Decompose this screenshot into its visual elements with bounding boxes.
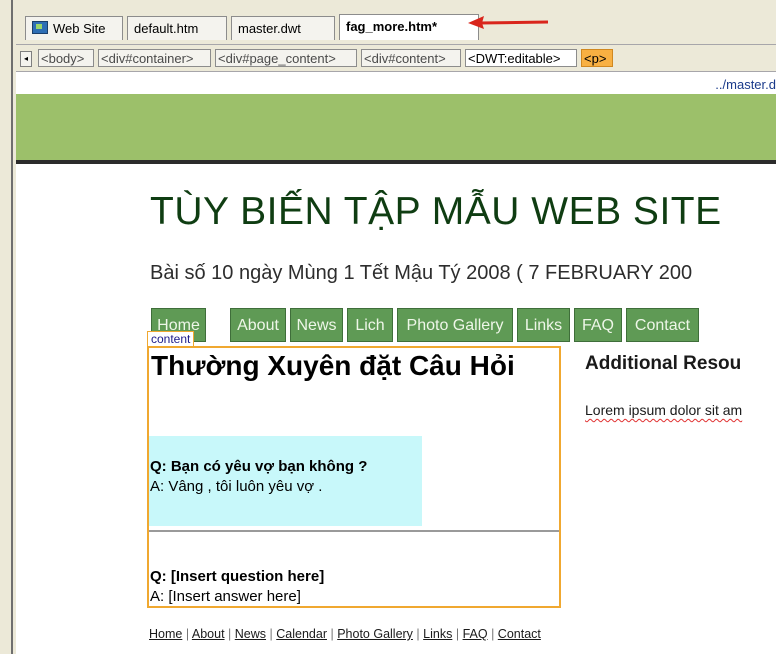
annotation-arrow-icon [468,16,549,29]
tab-default-htm[interactable]: default.htm [127,16,227,40]
tag-p-selected[interactable]: <p> [581,49,613,67]
footer-links: Home | About | News | Calendar | Photo G… [149,627,541,641]
nav-faq[interactable]: FAQ [574,308,622,342]
page-subtitle: Bài số 10 ngày Mùng 1 Tết Mậu Tý 2008 ( … [150,262,693,284]
panel-divider[interactable] [11,0,13,654]
header-banner [16,94,776,164]
faq-heading-text: Thường Xuyên đặt Câu Hỏi [151,350,515,381]
nav-lich[interactable]: Lich [347,308,393,342]
footer-link-links[interactable]: Links [423,627,452,641]
tag-body[interactable]: <body> [38,49,94,67]
faq-heading[interactable]: Thường Xuyên đặt Câu Hỏi [151,350,515,382]
sidebar-heading: Additional Resou [585,353,742,374]
tab-label: fag_more.htm* [346,19,438,34]
question-2[interactable]: Q: [Insert question here] [150,568,324,585]
design-view[interactable]: ../master.d TÙY BIẾN TẬP MẪU WEB SITE Bà… [16,72,776,654]
tab-master-dwt[interactable]: master.dwt [231,16,335,40]
tab-web-site[interactable]: Web Site [25,16,123,40]
document-tab-strip: Web Site default.htm master.dwt fag_more… [16,0,776,45]
footer-link-news[interactable]: News [235,627,266,641]
site-title: TÙY BIẾN TẬP MẪU WEB SITE [150,190,722,233]
footer-separator: | [455,627,460,641]
scroll-left-icon[interactable]: ◂ [20,51,32,67]
footer-link-about[interactable]: About [192,627,225,641]
footer-separator: | [491,627,495,641]
nav-contact[interactable]: Contact [626,308,699,342]
left-panel-edge [0,0,17,654]
footer-separator: | [228,627,232,641]
nav-about[interactable]: About [230,308,286,342]
tag-div-content[interactable]: <div#content> [361,49,461,67]
footer-link-contact[interactable]: Contact [498,627,541,641]
horizontal-rule [149,530,559,532]
tab-label: master.dwt [238,21,301,36]
tab-fag-more-htm[interactable]: fag_more.htm* [339,14,479,40]
footer-separator: | [185,627,190,641]
tab-label: default.htm [134,21,199,36]
editor-window: Web Site default.htm master.dwt fag_more… [0,0,776,654]
footer-link-photo-gallery[interactable]: Photo Gallery [337,627,413,641]
sidebar-text: Lorem ipsum dolor sit am [585,402,743,418]
question-1[interactable]: Q: Bạn có yêu vợ bạn không ? [150,458,367,475]
tag-div-page-content[interactable]: <div#page_content> [215,49,357,67]
tag-selector-bar: ◂ <body> <div#container> <div#page_conte… [16,45,776,72]
tag-dwt-editable[interactable]: <DWT:editable> [465,49,577,67]
nav-photo-gallery[interactable]: Photo Gallery [397,308,513,342]
nav-news[interactable]: News [290,308,343,342]
footer-separator: | [330,627,334,641]
site-icon [32,21,48,34]
nav-links[interactable]: Links [517,308,570,342]
master-template-path[interactable]: ../master.d [715,77,776,92]
footer-link-faq[interactable]: FAQ [463,627,488,641]
answer-2[interactable]: A: [Insert answer here] [150,588,301,605]
footer-link-calendar[interactable]: Calendar [276,627,327,641]
footer-separator: | [269,627,273,641]
tag-div-container[interactable]: <div#container> [98,49,211,67]
footer-separator: | [416,627,420,641]
tab-label: Web Site [53,21,106,36]
footer-link-home[interactable]: Home [149,627,182,641]
answer-1[interactable]: A: Vâng , tôi luôn yêu vợ . [150,478,322,495]
